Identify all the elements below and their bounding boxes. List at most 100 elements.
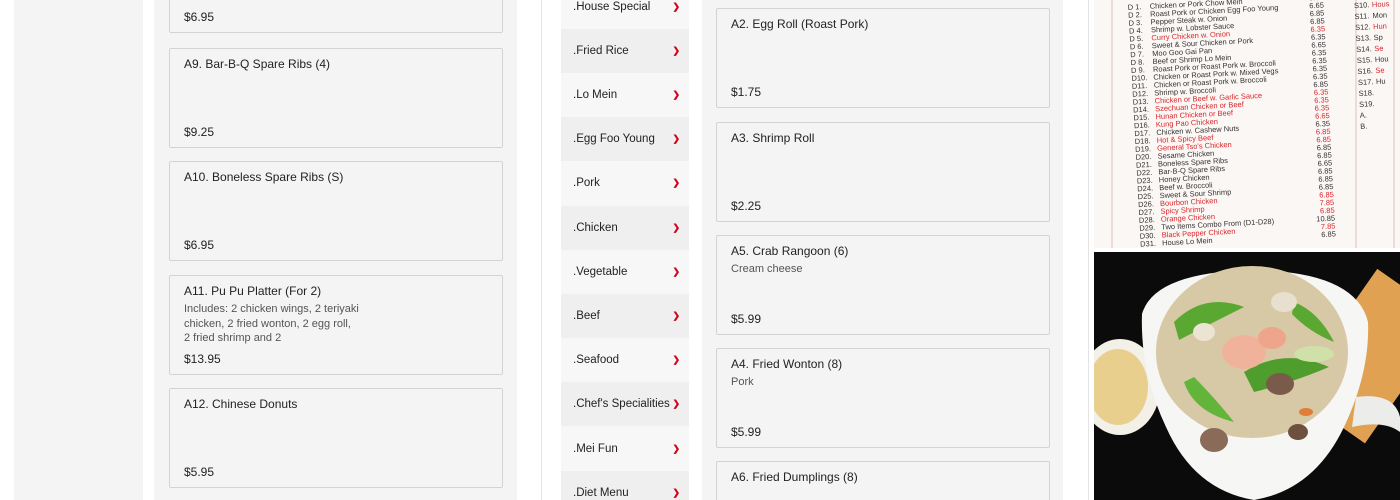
menu-item-card[interactable]: A6. Fried Dumplings (8)	[716, 461, 1050, 500]
category-label: .Mei Fun	[573, 443, 618, 455]
item-price: $5.99	[731, 425, 762, 439]
category-label: .Fried Rice	[573, 45, 629, 57]
item-name: A2. Egg Roll (Roast Pork)	[731, 17, 869, 31]
category-seafood[interactable]: .Seafood ❯	[561, 338, 689, 382]
item-price: $5.99	[731, 312, 762, 326]
chevron-right-icon: ❯	[672, 487, 680, 498]
category-label: .Vegetable	[573, 266, 628, 278]
chevron-right-icon: ❯	[672, 45, 680, 56]
carrot	[1299, 408, 1313, 416]
soup-photo[interactable]	[1094, 252, 1400, 500]
menu-side-code: S15.	[1357, 55, 1373, 65]
category-label: .Chicken	[573, 222, 618, 234]
item-name: A5. Crab Rangoon (6)	[731, 244, 849, 258]
mushroom	[1288, 424, 1308, 440]
item-name: A12. Chinese Donuts	[184, 397, 298, 411]
menu-side-name: Se	[1374, 44, 1384, 53]
category-label: .Beef	[573, 310, 600, 322]
menu-item-card[interactable]: A3. Shrimp Roll $2.25	[716, 122, 1050, 222]
menu-side-code: S16.	[1357, 66, 1373, 76]
menu-line-price: 6.85	[1321, 229, 1336, 239]
item-description: Pork	[731, 376, 754, 388]
menu-photo[interactable]: D 1.Chicken or Pork Chow Mein6.35D 2.Roa…	[1094, 0, 1400, 248]
scallop	[1193, 323, 1215, 341]
menu-item-card[interactable]: A4. Fried Wonton (8) Pork $5.99	[716, 348, 1050, 448]
item-price: $9.25	[184, 125, 215, 139]
chevron-right-icon: ❯	[672, 133, 680, 144]
chevron-right-icon: ❯	[672, 310, 680, 321]
item-name: A3. Shrimp Roll	[731, 131, 815, 145]
item-price: $5.95	[184, 465, 215, 479]
menu-side-code: A.	[1359, 111, 1367, 120]
menu-line-code: D31.	[1140, 239, 1156, 248]
menu-side-name: Hun	[1373, 21, 1387, 31]
item-description: Includes: 2 chicken wings, 2 teriyaki ch…	[184, 303, 359, 344]
menu-item-card[interactable]: A5. Crab Rangoon (6) Cream cheese $5.99	[716, 235, 1050, 335]
item-name: A4. Fried Wonton (8)	[731, 357, 843, 371]
category-mei-fun[interactable]: .Mei Fun ❯	[561, 427, 689, 471]
menu-side-name: Sp	[1373, 33, 1383, 42]
menu-side-code: S19.	[1359, 99, 1375, 109]
menu-side-code: S17.	[1358, 77, 1374, 87]
chevron-right-icon: ❯	[672, 354, 680, 365]
item-name: A6. Fried Dumplings (8)	[731, 470, 858, 484]
item-name: A11. Pu Pu Platter (For 2)	[184, 284, 322, 298]
menu-item-card[interactable]: A11. Pu Pu Platter (For 2) Includes: 2 c…	[169, 275, 503, 375]
category-label: .Lo Mein	[573, 89, 618, 101]
category-label: .Diet Menu	[573, 487, 629, 499]
menu-side-code: S14.	[1356, 44, 1372, 54]
menu-paper-image: D 1.Chicken or Pork Chow Mein6.35D 2.Roa…	[1094, 0, 1400, 248]
menu-side-name: Mon	[1372, 10, 1387, 20]
category-label: .House Special	[573, 1, 651, 13]
category-fried-rice[interactable]: .Fried Rice ❯	[561, 29, 689, 73]
category-vegetable[interactable]: .Vegetable ❯	[561, 250, 689, 294]
category-label: .Chef's Specialities	[573, 398, 670, 410]
menu-item-card[interactable]: A9. Bar-B-Q Spare Ribs (4) $9.25	[169, 48, 503, 148]
menu-side-code: S11.	[1354, 11, 1369, 21]
menu-side-code: S13.	[1355, 33, 1371, 43]
menu-side-name: Hou	[1375, 54, 1389, 64]
menu-item-card[interactable]: A12. Chinese Donuts $5.95	[169, 388, 503, 488]
menu-side-code: S18.	[1358, 88, 1374, 98]
soup-bowl-image	[1094, 252, 1400, 500]
category-label: .Seafood	[573, 354, 620, 366]
category-lo-mein[interactable]: .Lo Mein ❯	[561, 73, 689, 117]
chevron-right-icon: ❯	[672, 222, 680, 233]
chevron-right-icon: ❯	[672, 89, 680, 100]
menu-side-name: Hu	[1376, 77, 1386, 86]
left-gutter	[14, 0, 143, 500]
category-beef[interactable]: .Beef ❯	[561, 294, 689, 338]
category-chicken[interactable]: .Chicken ❯	[561, 206, 689, 250]
mushroom	[1266, 373, 1294, 395]
cabbage	[1294, 346, 1334, 362]
item-price: $1.75	[731, 85, 762, 99]
item-description: Cream cheese	[731, 263, 803, 275]
item-price: $2.25	[731, 199, 762, 213]
menu-item-card[interactable]: A10. Boneless Spare Ribs (S) $6.95	[169, 161, 503, 261]
category-pork[interactable]: .Pork ❯	[561, 161, 689, 205]
category-diet-menu[interactable]: .Diet Menu ❯	[561, 471, 689, 500]
chevron-right-icon: ❯	[672, 443, 680, 454]
menu-side-name: Hous	[1372, 0, 1390, 9]
shrimp	[1258, 327, 1286, 349]
chevron-right-icon: ❯	[672, 266, 680, 277]
menu-side-code: S12.	[1355, 22, 1371, 32]
menu-item-card[interactable]: $6.95	[169, 0, 503, 33]
menu-item-card[interactable]: A2. Egg Roll (Roast Pork) $1.75	[716, 8, 1050, 108]
category-egg-foo-young[interactable]: .Egg Foo Young ❯	[561, 117, 689, 161]
item-name: A10. Boneless Spare Ribs (S)	[184, 170, 344, 184]
category-house-special[interactable]: .House Special ❯	[561, 0, 689, 29]
chevron-right-icon: ❯	[672, 177, 680, 188]
item-price: $13.95	[184, 352, 221, 366]
category-label: .Egg Foo Young	[573, 133, 655, 145]
item-price: $6.95	[184, 238, 215, 252]
mushroom	[1200, 428, 1228, 452]
item-name: A9. Bar-B-Q Spare Ribs (4)	[184, 57, 331, 71]
menu-side-name: Se	[1375, 66, 1385, 75]
category-label: .Pork	[573, 177, 600, 189]
scallop	[1271, 292, 1297, 312]
menu-side-code: S10.	[1354, 0, 1370, 10]
category-chefs-specialities[interactable]: .Chef's Specialities ❯	[561, 382, 689, 426]
menu-side-code: B.	[1360, 122, 1368, 131]
chevron-right-icon: ❯	[672, 398, 680, 409]
